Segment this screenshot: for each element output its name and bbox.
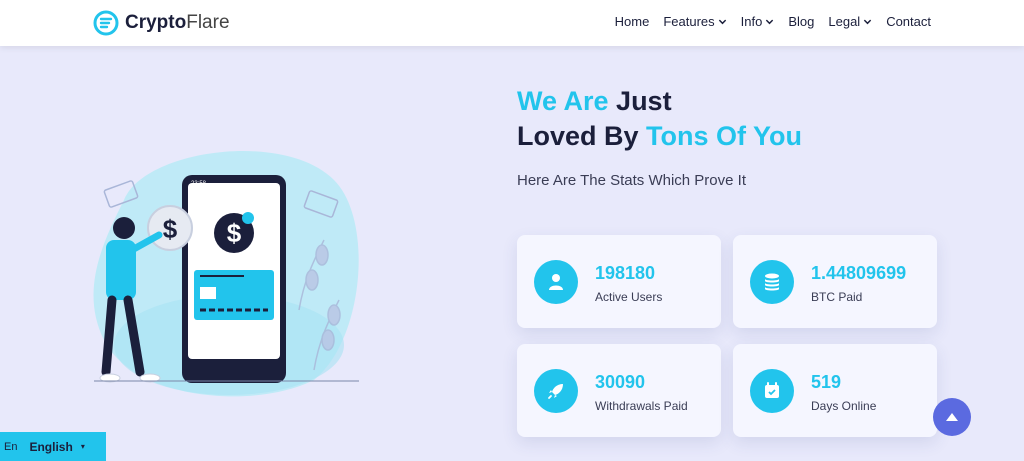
brand-logo[interactable]: CryptoFlare bbox=[93, 8, 230, 38]
language-name: English bbox=[29, 439, 73, 454]
nav-blog[interactable]: Blog bbox=[781, 14, 821, 29]
brand-name: CryptoFlare bbox=[125, 12, 230, 33]
hero-heading: We Are Just Loved By Tons Of You bbox=[517, 86, 803, 151]
calendar-icon bbox=[765, 382, 779, 398]
chevron-down-icon bbox=[766, 19, 774, 25]
top-navbar: CryptoFlare Home Features Info Blog Lega… bbox=[0, 0, 1024, 46]
main-nav: Home Features Info Blog Legal Contact bbox=[608, 14, 938, 29]
svg-text:$: $ bbox=[163, 214, 178, 244]
phone-time: 23:58 bbox=[191, 181, 207, 187]
chevron-down-icon bbox=[864, 19, 872, 25]
stat-card-btc-paid: 1.44809699 BTC Paid bbox=[733, 235, 937, 328]
scroll-to-top-button[interactable] bbox=[933, 398, 971, 436]
stat-card-withdrawals: 30090 Withdrawals Paid bbox=[517, 344, 721, 437]
stat-label: BTC Paid bbox=[811, 290, 863, 304]
stat-value: 519 bbox=[811, 372, 842, 392]
stat-card-active-users: 198180 Active Users bbox=[517, 235, 721, 328]
nav-features[interactable]: Features bbox=[656, 14, 733, 29]
nav-legal[interactable]: Legal bbox=[821, 14, 879, 29]
hero-illustration: 23:58 $ $ bbox=[93, 151, 359, 397]
flag-icon: En bbox=[4, 440, 18, 453]
dollar-icon: $ bbox=[227, 218, 242, 248]
user-icon bbox=[549, 274, 563, 290]
rocket-icon bbox=[548, 384, 563, 399]
stat-label: Active Users bbox=[595, 290, 663, 304]
coins-icon bbox=[765, 273, 779, 291]
stat-value: 198180 bbox=[595, 263, 656, 283]
stat-value: 30090 bbox=[595, 372, 646, 392]
caret-down-icon: ▾ bbox=[80, 442, 85, 451]
stat-card-days-online: 519 Days Online bbox=[733, 344, 937, 437]
nav-contact[interactable]: Contact bbox=[879, 14, 938, 29]
stat-label: Withdrawals Paid bbox=[595, 399, 688, 413]
logo-icon bbox=[93, 10, 119, 36]
stat-label: Days Online bbox=[811, 399, 877, 413]
nav-home[interactable]: Home bbox=[608, 14, 657, 29]
hero-subheading: Here Are The Stats Which Prove It bbox=[517, 172, 746, 189]
arrow-up-icon bbox=[946, 413, 958, 421]
language-selector[interactable]: En English ▾ bbox=[0, 432, 106, 461]
nav-info[interactable]: Info bbox=[734, 14, 782, 29]
stat-value: 1.44809699 bbox=[811, 263, 907, 283]
chevron-down-icon bbox=[718, 19, 726, 25]
